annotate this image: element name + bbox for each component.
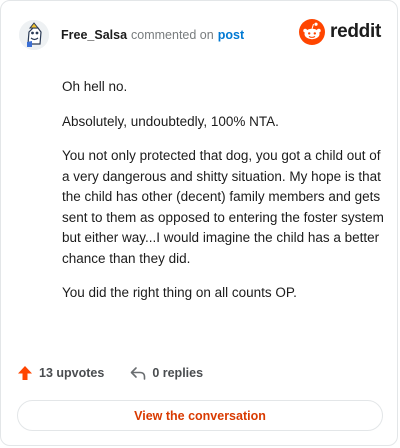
upvote-button[interactable]: 13 upvotes — [17, 365, 104, 381]
avatar-icon — [19, 20, 49, 50]
reply-count: 0 replies — [152, 366, 204, 380]
view-conversation-button[interactable]: View the conversation — [17, 400, 383, 431]
commented-on-text: commented on — [131, 28, 214, 42]
upvote-count: 13 upvotes — [39, 366, 105, 380]
comment-paragraph: You did the right thing on all counts OP… — [62, 285, 297, 300]
brand-wordmark: reddit — [330, 21, 381, 42]
replies-button[interactable]: 0 replies — [130, 366, 203, 380]
comment-card: Free_Salsa commented on post reddit Oh hel… — [0, 0, 398, 446]
comment-paragraph: You not only protected that dog, you got… — [62, 148, 384, 266]
comment-body: Oh hell no. Absolutely, undoubtedly, 100… — [62, 77, 384, 318]
reddit-snoo-icon — [299, 19, 326, 45]
comment-footer: 13 upvotes 0 replies — [17, 365, 203, 381]
comment-paragraph: Oh hell no. — [62, 79, 128, 94]
post-link[interactable]: post — [218, 28, 244, 42]
upvote-arrow-icon — [18, 366, 32, 380]
user-avatar[interactable] — [19, 20, 49, 50]
comment-paragraph: Absolutely, undoubtedly, 100% NTA. — [62, 113, 279, 129]
reddit-brand[interactable]: reddit — [299, 19, 381, 45]
reply-arrow-icon — [131, 367, 146, 380]
comment-meta: Free_Salsa commented on post — [61, 28, 244, 42]
username[interactable]: Free_Salsa — [61, 28, 127, 42]
